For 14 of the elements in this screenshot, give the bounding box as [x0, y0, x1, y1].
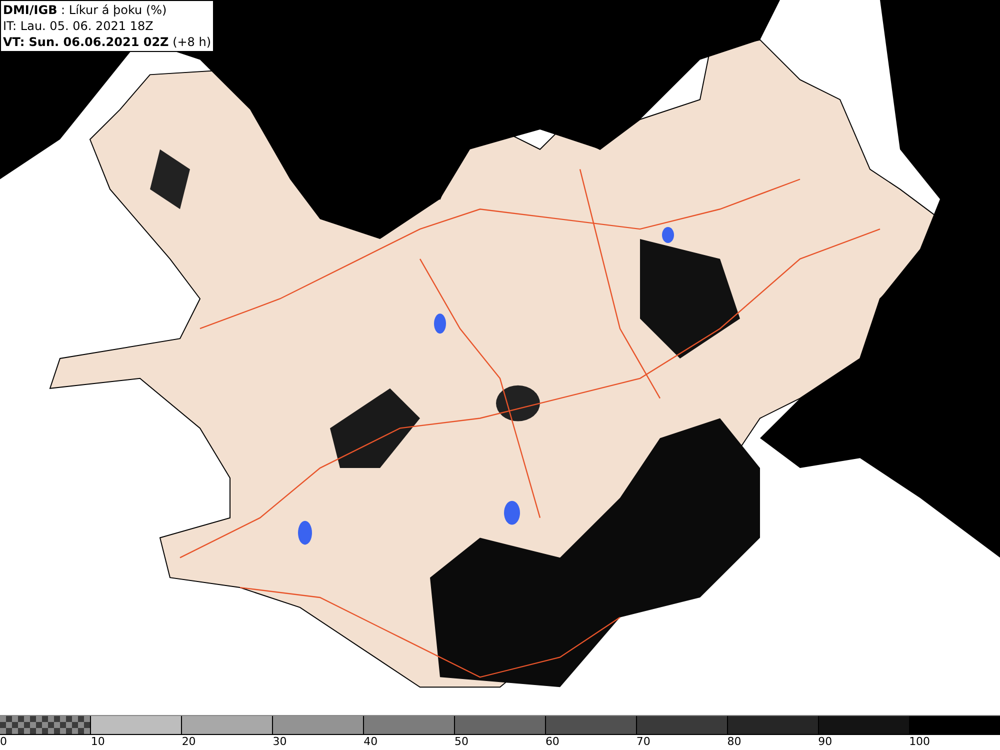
info-line: DMI/IGB : Líkur á þoku (%): [3, 2, 168, 18]
legend-label: 20: [182, 735, 196, 748]
info-line: VT: Sun. 06.06.2021 02Z (+8 h): [3, 34, 212, 50]
legend-label: 50: [454, 735, 469, 748]
legend-label: 90: [818, 735, 832, 748]
legend-label: 70: [636, 735, 650, 748]
legend-label: 30: [272, 735, 287, 748]
legend-label: 10: [90, 735, 105, 748]
legend-label: 0: [0, 735, 7, 748]
legend-label: 40: [364, 735, 378, 748]
info-line: IT: Lau. 05. 06. 2021 18Z: [3, 18, 154, 34]
legend-label: 80: [727, 735, 742, 748]
legend-label: 60: [545, 735, 560, 748]
legend-label: 100: [909, 735, 930, 748]
